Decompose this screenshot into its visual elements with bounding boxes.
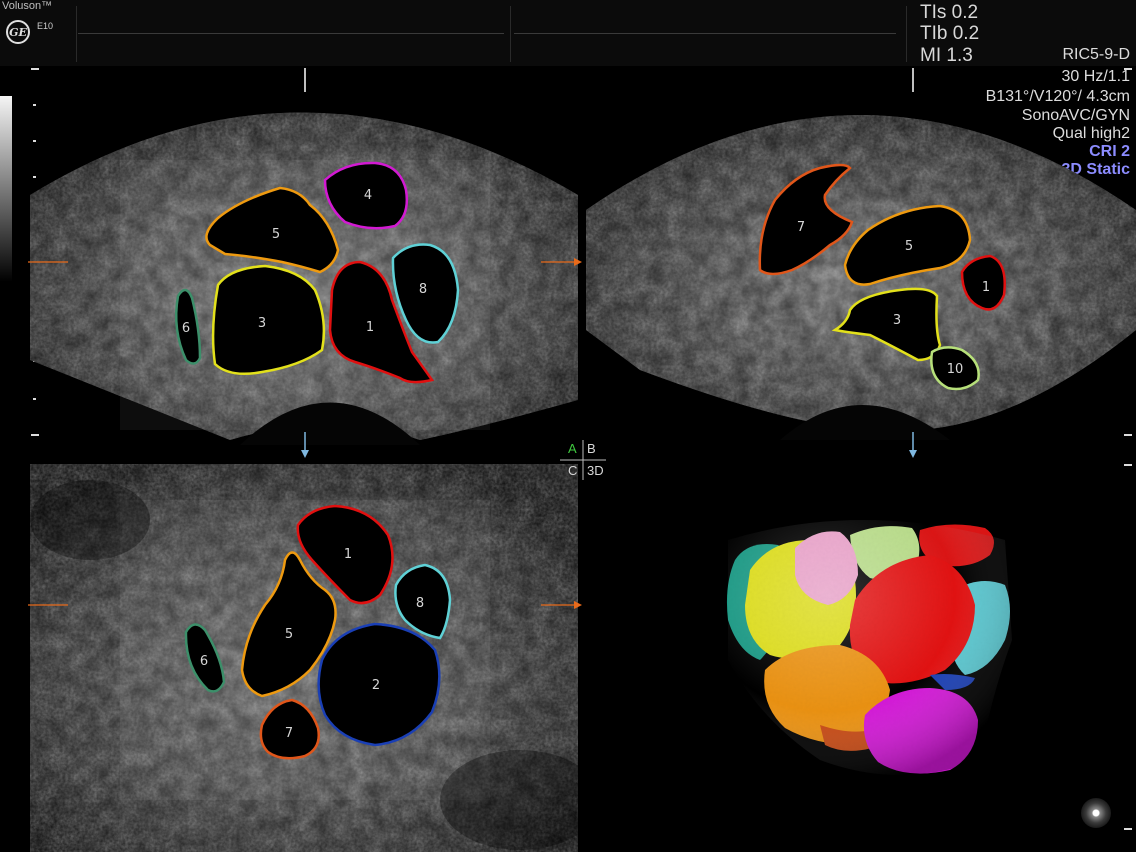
panel-b-label: 3 (893, 313, 901, 328)
panel-b-label: 1 (982, 280, 990, 295)
quad-b-button[interactable]: B (587, 441, 596, 456)
panel-a-label: 6 (182, 321, 190, 336)
panel-c-label: 5 (285, 627, 293, 642)
ultrasound-multiplanar-view: 5 4 8 6 3 1 7 5 1 3 10 1 8 5 6 2 7 (28, 68, 1136, 852)
panel-c-label: 7 (285, 726, 293, 741)
panel-b-label: 5 (905, 239, 913, 254)
panel-b-label: 10 (947, 362, 964, 377)
panel-b-label: 7 (797, 220, 805, 235)
panel-3d-render (726, 520, 1018, 780)
panel-c-label: 2 (372, 678, 380, 693)
panel-a-label: 3 (258, 316, 266, 331)
panel-a-label: 4 (364, 188, 372, 203)
panel-a-label: 1 (366, 320, 374, 335)
panel-c-label: 1 (344, 547, 352, 562)
quad-3d-button[interactable]: 3D (587, 463, 604, 478)
quad-a-button[interactable]: A (568, 441, 577, 456)
panel-c-label: 8 (416, 596, 424, 611)
panel-c-label: 6 (200, 654, 208, 669)
orientation-ball-icon[interactable] (1081, 798, 1111, 828)
follicle-3-outline (211, 264, 326, 375)
panel-a-label: 8 (419, 282, 427, 297)
panel-a-label: 5 (272, 227, 280, 242)
quad-c-button[interactable]: C (568, 463, 577, 478)
